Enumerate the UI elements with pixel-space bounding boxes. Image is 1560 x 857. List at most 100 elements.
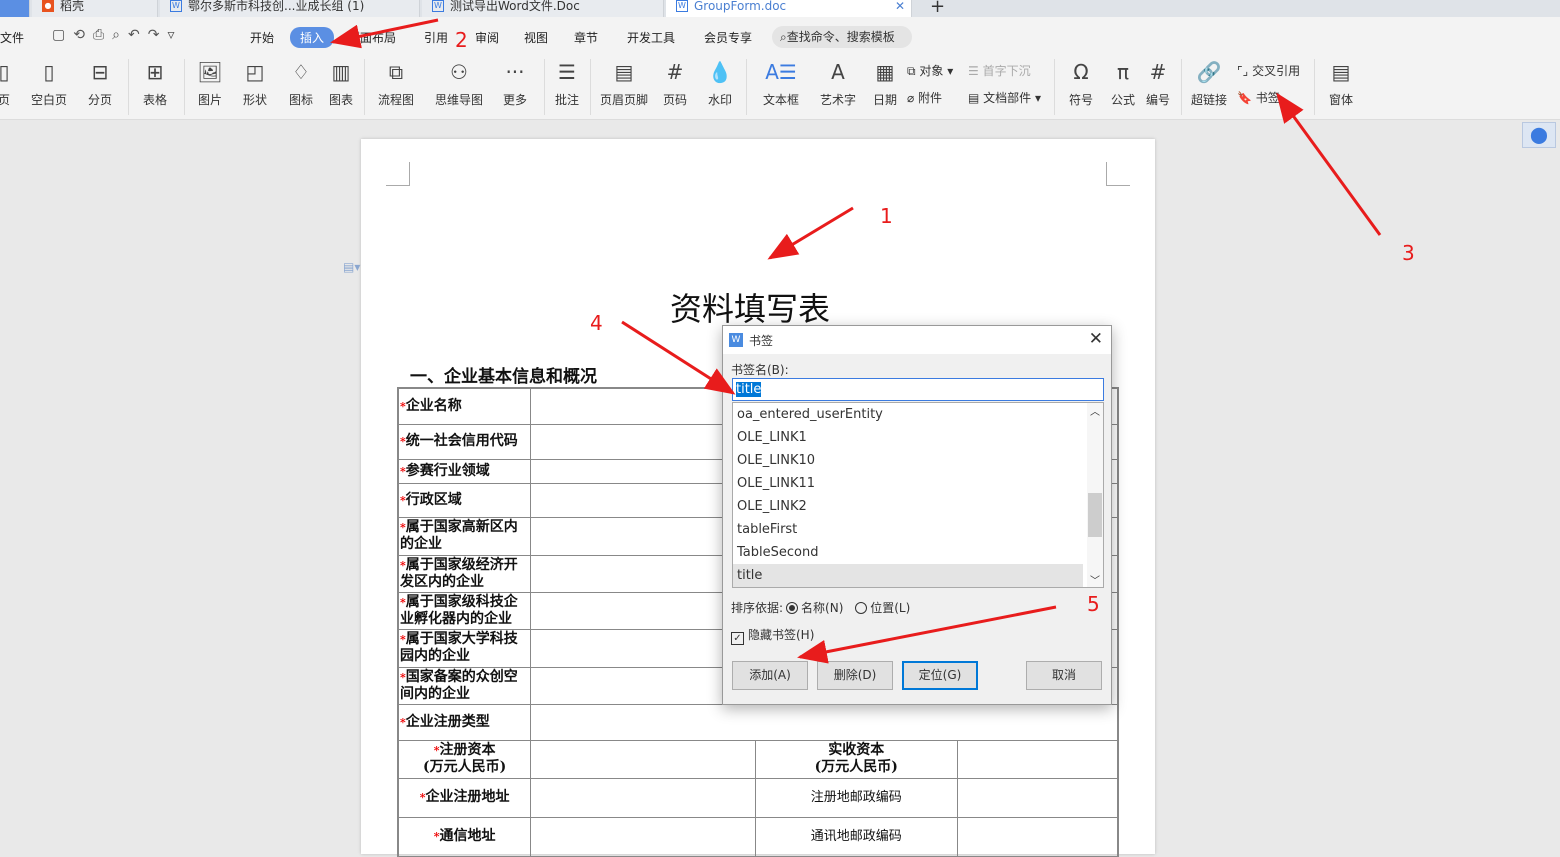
section-heading[interactable]: 一、企业基本信息和概况 (410, 362, 597, 387)
header-footer-icon: ▤ (614, 60, 634, 84)
wps-writer-icon: W (729, 333, 743, 347)
ribbon-docparts[interactable]: ▤ 文档部件 ▾ (968, 89, 1041, 106)
bookmark-list-item[interactable]: OLE_LINK11 (733, 472, 1083, 495)
ribbon-page[interactable]: ▯ 页 (0, 59, 16, 108)
bookmark-list-item[interactable]: OLE_LINK1 (733, 426, 1083, 449)
wordart-icon: A (831, 60, 845, 84)
label: 书签 (1255, 91, 1280, 105)
ribbon-blank-page[interactable]: ▯ 空白页 (26, 59, 72, 108)
word-icon: W (676, 0, 688, 12)
menu-member[interactable]: 会员专享 (704, 29, 752, 46)
ribbon-page-number[interactable]: # 页码 (658, 59, 692, 108)
ribbon-picture[interactable]: 🖼 图片 (193, 59, 227, 108)
ribbon-attachment[interactable]: ⌀ 附件 (907, 89, 942, 106)
ribbon-chart[interactable]: ▥ 图表 (328, 59, 354, 108)
scroll-up-icon[interactable]: ︿ (1087, 403, 1103, 418)
tab-daoke[interactable]: ● 稻壳 (32, 0, 158, 17)
menu-start[interactable]: 开始 (250, 29, 274, 46)
dialog-title: 书签 (749, 334, 774, 348)
bookmark-list-item[interactable]: title (733, 564, 1083, 587)
cancel-button[interactable]: 取消 (1026, 661, 1102, 690)
ribbon-formula[interactable]: π 公式 (1110, 59, 1136, 108)
menu-review[interactable]: 审阅 (475, 29, 499, 46)
menu-file[interactable]: 文件 (0, 29, 24, 46)
home-tab[interactable] (0, 0, 30, 17)
sort-name-radio[interactable] (786, 602, 799, 614)
label: 图标 (288, 93, 313, 107)
field-value-cell[interactable] (956, 816, 1119, 857)
field-value-cell[interactable] (956, 739, 1119, 779)
ribbon-flowchart[interactable]: ⧉ 流程图 (373, 59, 419, 108)
location-pin-button[interactable]: ⬤ (1522, 122, 1556, 148)
ribbon-insert: ▯ 页 ▯ 空白页 ⊟ 分页 ⊞ 表格 🖼 图片 ◰ 形状 ♢ 图标 ▥ 图表 ⧉ 流程图 ⚇ 思维… (0, 55, 1560, 120)
ribbon-date[interactable]: ▦ 日期 (872, 59, 898, 108)
new-tab-icon[interactable]: + (930, 0, 945, 17)
goto-button[interactable]: 定位(G) (902, 661, 978, 690)
quick-access-icons[interactable]: ▢⟲⎙⌕↶↷▿ (52, 27, 183, 43)
page-icon: ▯ (0, 60, 10, 84)
ribbon-numbering[interactable]: # 编号 (1145, 59, 1171, 108)
ribbon-textbox[interactable]: A☰ 文本框 (758, 59, 804, 108)
menu-insert[interactable]: 插入 (290, 27, 335, 48)
menu-references[interactable]: 引用 (424, 29, 448, 46)
ribbon-form[interactable]: ▤ 窗体 (1322, 59, 1360, 108)
scrollbar[interactable]: ︿ ﹀ (1087, 403, 1103, 587)
tab-doc-1[interactable]: W 鄂尔多斯市科技创...业成长组 (1) (160, 0, 420, 17)
ribbon-mindmap[interactable]: ⚇ 思维导图 (430, 59, 488, 108)
search-box[interactable]: ⌕查找命令、搜索模板 (772, 26, 912, 48)
ribbon-dropcap: ☰ 首字下沉 (968, 64, 1031, 78)
icons-icon: ♢ (292, 60, 310, 84)
scroll-down-icon[interactable]: ﹀ (1087, 572, 1103, 587)
ribbon-more[interactable]: ··· 更多 (498, 59, 532, 108)
label-text: 参赛行业领域 (405, 462, 490, 479)
ribbon-hyperlink[interactable]: 🔗 超链接 (1190, 59, 1228, 108)
ribbon-watermark[interactable]: 💧 水印 (703, 59, 737, 108)
ribbon-page-break[interactable]: ⊟ 分页 (83, 59, 117, 108)
bookmark-list-item[interactable]: tableFirst (733, 518, 1083, 541)
field-value-cell[interactable] (530, 739, 756, 779)
ribbon-bookmark[interactable]: 🔖 书签 (1237, 89, 1280, 106)
ribbon-symbol[interactable]: Ω 符号 (1064, 59, 1098, 108)
field-label: *企业名称 (397, 387, 532, 425)
menu-developer[interactable]: 开发工具 (627, 29, 675, 46)
add-button[interactable]: 添加(A) (732, 661, 808, 690)
bookmark-list-item[interactable]: OLE_LINK10 (733, 449, 1083, 472)
ribbon-table[interactable]: ⊞ 表格 (138, 59, 172, 108)
ribbon-object[interactable]: ⧉ 对象 ▾ (907, 62, 953, 79)
more-icon: ··· (505, 60, 525, 84)
field-value-cell[interactable] (530, 703, 1119, 741)
field-value-cell[interactable] (956, 777, 1119, 818)
tab-doc-2[interactable]: W 测试导出Word文件.Doc (422, 0, 664, 17)
ribbon-comment[interactable]: ☰ 批注 (554, 59, 580, 108)
scrollbar-thumb[interactable] (1088, 493, 1102, 537)
delete-button[interactable]: 删除(D) (817, 661, 893, 690)
hide-bookmarks-option[interactable]: ✓ 隐藏书签(H) (731, 626, 814, 645)
sort-position-label[interactable]: 位置(L) (870, 601, 910, 615)
field-value-cell[interactable] (530, 777, 756, 818)
bookmark-list-item[interactable]: TableSecond (733, 541, 1083, 564)
document-title[interactable]: 资料填写表 (670, 284, 830, 330)
sort-name-label[interactable]: 名称(N) (801, 601, 843, 615)
hide-bookmarks-checkbox[interactable]: ✓ (731, 632, 744, 645)
close-tab-icon[interactable]: ✕ (895, 0, 905, 12)
bookmark-name-input[interactable]: title (732, 378, 1104, 401)
ribbon-icons[interactable]: ♢ 图标 (284, 59, 318, 108)
bookmark-list[interactable]: oa_entered_userEntity OLE_LINK1 OLE_LINK10… (732, 402, 1104, 588)
menu-view[interactable]: 视图 (524, 29, 548, 46)
field-label: *企业注册地址 (397, 777, 532, 818)
ribbon-header-footer[interactable]: ▤ 页眉页脚 (599, 59, 649, 108)
sort-position-radio[interactable] (855, 602, 868, 614)
menu-layout[interactable]: 页面布局 (348, 29, 396, 46)
ribbon-crossref[interactable]: ⌜⌟ 交叉引用 (1237, 62, 1300, 79)
close-icon[interactable]: ✕ (1089, 329, 1103, 349)
bookmark-list-item[interactable]: oa_entered_userEntity (733, 403, 1083, 426)
dialog-titlebar[interactable]: W 书签 ✕ (723, 326, 1111, 354)
menu-chapter[interactable]: 章节 (574, 29, 598, 46)
table-row: *企业注册类型 (397, 703, 1119, 741)
tab-groupform[interactable]: W GroupForm.doc ✕ (666, 0, 912, 17)
field-value-cell[interactable] (530, 816, 756, 857)
paragraph-marker-icon[interactable]: ▤▾ (343, 260, 360, 274)
bookmark-list-item[interactable]: OLE_LINK2 (733, 495, 1083, 518)
ribbon-shape[interactable]: ◰ 形状 (238, 59, 272, 108)
ribbon-wordart[interactable]: A 艺术字 (815, 59, 861, 108)
